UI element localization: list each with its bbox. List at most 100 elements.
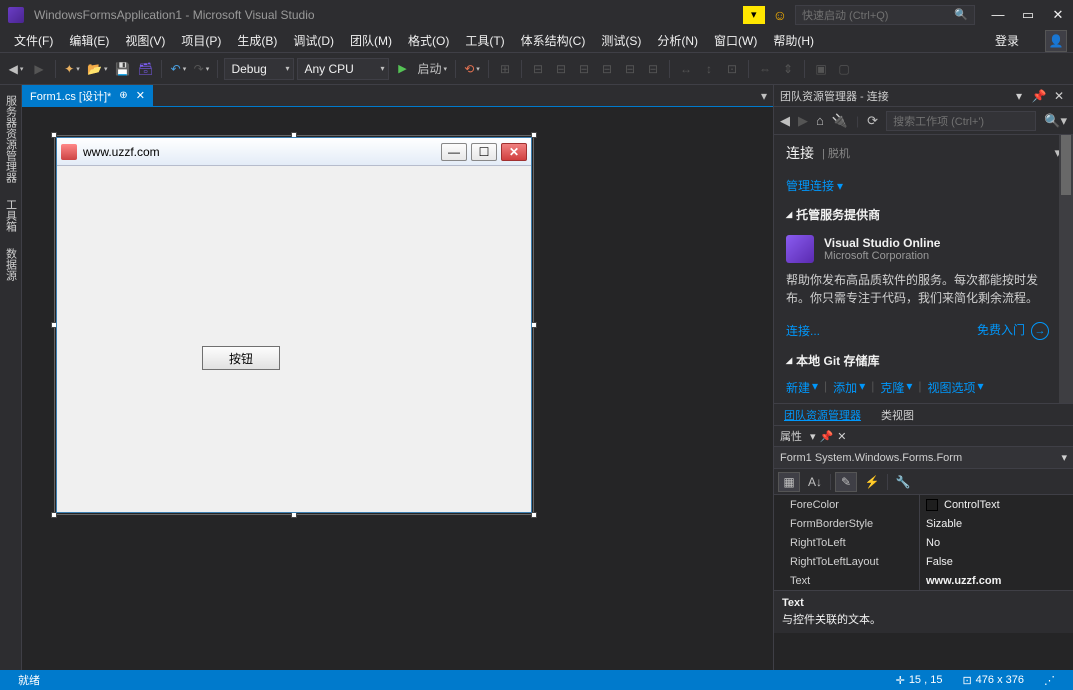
- home-icon[interactable]: ⌂: [816, 113, 824, 128]
- menu-build[interactable]: 生成(B): [229, 30, 285, 51]
- menu-help[interactable]: 帮助(H): [765, 30, 822, 51]
- refresh-icon[interactable]: ⟳: [867, 113, 878, 129]
- document-tab-form1[interactable]: Form1.cs [设计]* ⊕ ✕: [22, 85, 153, 106]
- menu-team[interactable]: 团队(M): [342, 30, 400, 51]
- nav-fwd-button[interactable]: ▶: [29, 58, 49, 80]
- window-pos-icon[interactable]: ▾: [810, 430, 816, 443]
- form-client-area[interactable]: 按钮: [57, 166, 531, 512]
- start-button[interactable]: 启动: [415, 58, 449, 80]
- menu-debug[interactable]: 调试(D): [285, 30, 342, 51]
- git-clone-link[interactable]: 克隆: [880, 379, 904, 396]
- form-selection-frame[interactable]: www.uzzf.com — ☐ ✕ 按钮: [54, 135, 534, 515]
- quick-launch-input[interactable]: 快速启动 (Ctrl+Q)🔍: [795, 5, 975, 25]
- nav-back-icon[interactable]: ◀: [780, 113, 790, 129]
- server-explorer-tab[interactable]: 服务器资源管理器: [1, 91, 21, 187]
- minimize-button[interactable]: —: [983, 4, 1013, 26]
- restore-button[interactable]: ▭: [1013, 4, 1043, 26]
- prop-row-rtllayout[interactable]: RightToLeftLayoutFalse: [774, 552, 1073, 571]
- close-button[interactable]: ✕: [1043, 4, 1073, 26]
- properties-grid[interactable]: ForeColor ControlText FormBorderStyleSiz…: [774, 495, 1073, 590]
- align-right-button[interactable]: ⊟: [574, 58, 594, 80]
- menu-test[interactable]: 测试(S): [593, 30, 649, 51]
- nav-back-button[interactable]: ◀: [6, 58, 26, 80]
- login-link[interactable]: 登录: [987, 30, 1027, 51]
- close-tab-icon[interactable]: ✕: [136, 89, 145, 102]
- property-pages-button[interactable]: 🔧: [892, 472, 914, 492]
- menu-window[interactable]: 窗口(W): [706, 30, 765, 51]
- datasources-tab[interactable]: 数据源: [1, 244, 21, 285]
- close-pane-icon[interactable]: ✕: [837, 430, 846, 443]
- window-pos-icon[interactable]: ▾: [1011, 88, 1027, 104]
- manage-connections-link[interactable]: 管理连接: [786, 177, 834, 194]
- config-combo[interactable]: Debug: [224, 58, 294, 80]
- git-view-link[interactable]: 视图选项: [928, 379, 976, 396]
- prop-row-borderstyle[interactable]: FormBorderStyleSizable: [774, 514, 1073, 533]
- resize-grip-icon[interactable]: ⋰: [1034, 674, 1065, 687]
- platform-combo[interactable]: Any CPU: [297, 58, 389, 80]
- provider-section[interactable]: 托管服务提供商: [774, 200, 1073, 229]
- send-back-button[interactable]: ▢: [834, 58, 854, 80]
- free-start-link[interactable]: 免费入门: [977, 323, 1025, 337]
- git-new-link[interactable]: 新建: [786, 379, 810, 396]
- same-size-button[interactable]: ⊡: [722, 58, 742, 80]
- notification-flag-icon[interactable]: ▾: [743, 6, 765, 24]
- close-pane-icon[interactable]: ✕: [1051, 88, 1067, 104]
- prop-row-forecolor[interactable]: ForeColor ControlText: [774, 495, 1073, 514]
- save-all-button[interactable]: 🗃: [135, 58, 155, 80]
- align-left-button[interactable]: ⊟: [528, 58, 548, 80]
- prop-row-rtl[interactable]: RightToLeftNo: [774, 533, 1073, 552]
- user-avatar-icon[interactable]: 👤: [1045, 30, 1067, 52]
- pin-icon[interactable]: 📌: [1031, 88, 1047, 104]
- connect-link[interactable]: 连接...: [786, 322, 820, 339]
- align-grid-button[interactable]: ⊞: [495, 58, 515, 80]
- prop-row-text[interactable]: Textwww.uzzf.com: [774, 571, 1073, 590]
- new-project-button[interactable]: ✦: [62, 58, 82, 80]
- categorized-button[interactable]: ▦: [778, 472, 800, 492]
- menu-format[interactable]: 格式(O): [400, 30, 457, 51]
- menu-arch[interactable]: 体系结构(C): [513, 30, 594, 51]
- menu-file[interactable]: 文件(F): [6, 30, 61, 51]
- scrollbar[interactable]: [1059, 135, 1073, 403]
- align-top-button[interactable]: ⊟: [597, 58, 617, 80]
- bring-front-button[interactable]: ▣: [811, 58, 831, 80]
- active-files-dropdown[interactable]: ▾: [755, 85, 773, 106]
- tab-team-explorer[interactable]: 团队资源管理器: [774, 404, 871, 426]
- same-height-button[interactable]: ↕: [699, 58, 719, 80]
- undo-button[interactable]: ↶: [168, 58, 188, 80]
- open-file-button[interactable]: 📂: [85, 58, 109, 80]
- arrow-circle-icon[interactable]: →: [1031, 322, 1049, 340]
- git-section[interactable]: 本地 Git 存储库: [774, 346, 1073, 375]
- alpha-button[interactable]: A↓: [804, 472, 826, 492]
- properties-object-combo[interactable]: Form1 System.Windows.Forms.Form▾: [774, 447, 1073, 469]
- design-button-control[interactable]: 按钮: [202, 346, 280, 370]
- pin-icon[interactable]: 📌: [820, 430, 834, 443]
- team-search-input[interactable]: 搜索工作项 (Ctrl+'): [886, 111, 1036, 131]
- menu-project[interactable]: 项目(P): [173, 30, 229, 51]
- save-button[interactable]: 💾: [112, 58, 132, 80]
- browser-link-button[interactable]: ⟲: [462, 58, 482, 80]
- plug-icon[interactable]: 🔌: [832, 113, 848, 129]
- design-form-window[interactable]: www.uzzf.com — ☐ ✕ 按钮: [56, 137, 532, 513]
- feedback-icon[interactable]: ☺: [773, 7, 787, 23]
- search-dd-icon[interactable]: 🔍▾: [1044, 113, 1067, 129]
- toolbox-tab[interactable]: 工具箱: [1, 195, 21, 236]
- tab-class-view[interactable]: 类视图: [871, 404, 924, 426]
- pin-icon[interactable]: ⊕: [119, 90, 127, 101]
- redo-button[interactable]: ↷: [191, 58, 211, 80]
- align-center-button[interactable]: ⊟: [551, 58, 571, 80]
- git-add-link[interactable]: 添加: [833, 379, 857, 396]
- scroll-thumb[interactable]: [1061, 135, 1071, 195]
- vspace-button[interactable]: ⇕: [778, 58, 798, 80]
- nav-fwd-icon[interactable]: ▶: [798, 113, 808, 129]
- menu-analyze[interactable]: 分析(N): [649, 30, 706, 51]
- menu-edit[interactable]: 编辑(E): [61, 30, 117, 51]
- form-designer[interactable]: www.uzzf.com — ☐ ✕ 按钮: [22, 107, 773, 670]
- align-bottom-button[interactable]: ⊟: [643, 58, 663, 80]
- hspace-button[interactable]: ⇔: [755, 58, 775, 80]
- menu-tools[interactable]: 工具(T): [457, 30, 512, 51]
- properties-button[interactable]: ✎: [835, 472, 857, 492]
- same-width-button[interactable]: ↔: [676, 58, 696, 80]
- align-middle-button[interactable]: ⊟: [620, 58, 640, 80]
- events-button[interactable]: ⚡: [861, 472, 883, 492]
- menu-view[interactable]: 视图(V): [117, 30, 173, 51]
